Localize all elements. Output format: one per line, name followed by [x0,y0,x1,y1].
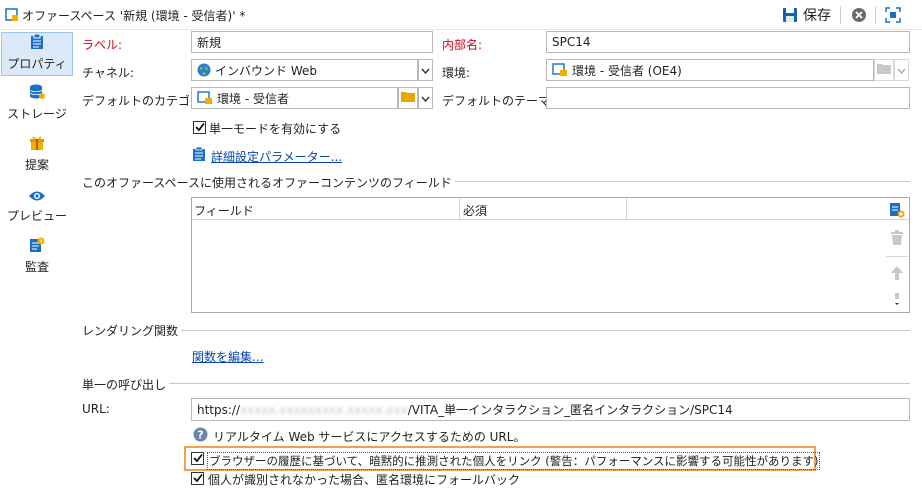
chevron-down-icon [897,63,906,77]
table-header: フィールド 必須 [192,198,909,220]
single-mode-checkbox[interactable] [193,121,206,134]
single-mode-label: 単一モードを有効にする [209,122,342,136]
clipboard-icon [30,33,44,53]
channel-select[interactable]: インバウンド Web [191,59,418,81]
database-icon [29,84,45,103]
column-divider [626,198,627,220]
url-path: /VITA_単一インタラクション_匿名インタラクション/SPC14 [407,403,733,417]
section-divider [82,330,910,331]
rendering-section-title: レンダリング関数 [82,322,182,339]
default-category-value: 環境 - 受信者 [217,91,289,106]
checkmark-icon [192,472,203,486]
fields-section-title: このオファースペースに使用されるオファーコンテンツのフィールド [82,174,455,191]
gift-icon [29,135,45,154]
help-icon: ? [193,427,208,442]
sidebar: プロパティ ストレージ 提案 プレビュー 監査 [0,30,75,487]
toolbar-divider [840,6,841,24]
default-theme-input[interactable] [546,87,910,109]
channel-label: チャネル: [82,66,134,80]
tool-divider [886,256,908,257]
url-label: URL: [82,402,110,416]
environment-dropdown-button [894,59,909,81]
channel-value: インバウンド Web [215,63,317,78]
sidebar-item-propositions[interactable]: 提案 [1,134,73,178]
environment-folder-button [874,59,894,81]
channel-dropdown-button[interactable] [418,59,433,81]
checkmark-icon [194,121,205,135]
category-dropdown-button[interactable] [418,87,433,109]
category-folder-button[interactable] [398,87,418,109]
internal-name-label: 内部名: [442,38,483,52]
sidebar-item-properties[interactable]: プロパティ [1,32,73,76]
label-input[interactable]: 新規 [191,31,433,53]
delete-icon [888,229,906,247]
sidebar-item-label: プロパティ [7,57,67,71]
default-theme-label: デフォルトのテーマ: [442,94,555,108]
column-header-field[interactable]: フィールド [194,202,254,219]
chevron-down-icon [421,63,430,77]
implicit-identify-label: ブラウザーの履歴に基づいて、暗黙的に推測された個人をリンク (警告：パフォーマン… [207,452,821,470]
svg-text:?: ? [197,429,203,442]
maximize-icon[interactable] [884,6,902,24]
default-category-label: デフォルトのカテゴリ: [82,94,207,108]
implicit-identify-checkbox[interactable] [191,452,204,465]
advanced-params-icon [193,146,206,162]
sidebar-item-label: プレビュー [6,209,67,223]
save-button[interactable]: 保存 [779,5,834,25]
eye-icon [28,190,46,205]
column-divider [459,198,460,220]
url-help-text: リアルタイム Web サービスにアクセスするための URL。 [213,430,526,444]
environment-select[interactable]: 環境 - 受信者 (OE4) [546,59,874,81]
fallback-label: 個人が識別されなかった場合、匿名環境にフォールバック [208,473,521,487]
window-title: オファースペース '新規 (環境 - 受信者)' * [22,9,246,23]
url-input[interactable]: https:// xxxxx.xxxxxxxxx.xxxxx.xxx /VITA… [191,398,910,421]
default-category-select[interactable]: 環境 - 受信者 [191,87,398,109]
edit-functions-link[interactable]: 関数を編集... [192,348,263,365]
label-field-label: ラベル: [82,38,123,52]
column-header-required[interactable]: 必須 [463,202,487,219]
audit-icon [29,237,45,256]
fields-table[interactable]: フィールド 必須 [191,197,910,313]
environment-value: 環境 - 受信者 (OE4) [572,63,682,78]
category-folder-icon [197,91,213,105]
title-bar: オファースペース '新規 (環境 - 受信者)' * 保存 [0,0,922,30]
offer-space-icon [5,8,19,22]
globe-icon [197,63,211,77]
url-hidden-host: xxxxx.xxxxxxxxx.xxxxx.xxx [240,402,408,417]
section-divider [82,383,910,384]
sidebar-item-label: 監査 [24,260,49,274]
add-field-icon[interactable] [888,201,906,219]
chevron-down-icon [421,91,430,105]
single-call-section-title: 単一の呼び出し [82,376,170,393]
internal-name-input[interactable]: SPC14 [546,31,910,53]
sidebar-item-audit[interactable]: 監査 [1,236,73,280]
folder-icon [401,91,415,105]
move-down-icon [888,290,906,308]
checkmark-icon [192,452,203,466]
url-prefix: https:// [197,402,241,417]
move-up-icon [888,264,906,282]
cancel-icon[interactable] [850,6,868,24]
environment-folder-icon [552,63,568,77]
environment-label: 環境: [442,66,471,80]
sidebar-item-label: ストレージ [7,107,67,121]
sidebar-item-label: 提案 [24,158,49,172]
toolbar-divider [875,6,876,24]
save-label: 保存 [803,8,831,24]
advanced-params-link[interactable]: 詳細設定パラメーター... [211,148,342,165]
fallback-checkbox[interactable] [191,472,204,485]
sidebar-item-storage[interactable]: ストレージ [1,83,73,127]
sidebar-item-preview[interactable]: プレビュー [1,185,73,229]
folder-icon [877,63,891,77]
save-icon [782,7,798,23]
